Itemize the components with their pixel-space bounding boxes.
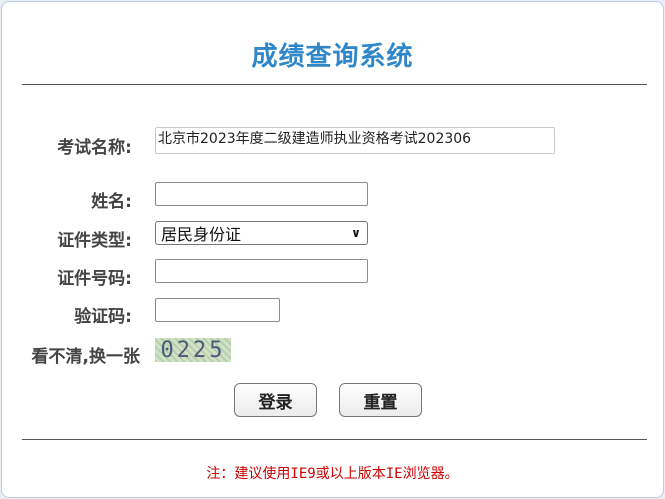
name-label: 姓名:: [91, 192, 132, 212]
reset-button[interactable]: 重置: [339, 383, 422, 417]
top-divider: [22, 84, 647, 85]
id-number-input[interactable]: [155, 259, 368, 283]
id-number-label: 证件号码:: [57, 269, 132, 289]
chevron-down-icon: ∨: [351, 226, 361, 240]
refresh-captcha-link[interactable]: 看不清,换一张: [22, 342, 140, 367]
query-panel: 成绩查询系统 考试名称: 北京市2023年度二级建造师执业资格考试202306 …: [1, 1, 664, 498]
id-type-selected: 居民身份证: [161, 225, 242, 244]
captcha-text: 0225: [160, 337, 226, 363]
id-type-label: 证件类型:: [57, 231, 132, 251]
captcha-image[interactable]: 0225: [155, 337, 231, 363]
login-button[interactable]: 登录: [234, 383, 317, 417]
browser-note: 注：建议使用IE9或以上版本IE浏览器。: [206, 466, 459, 482]
captcha-label: 验证码:: [74, 307, 132, 327]
page-title: 成绩查询系统: [251, 42, 414, 72]
exam-name-label: 考试名称:: [57, 138, 132, 158]
bottom-divider: [22, 439, 647, 440]
captcha-input[interactable]: [155, 298, 280, 322]
id-type-select[interactable]: 居民身份证 ∨: [155, 221, 368, 245]
name-input[interactable]: [155, 182, 368, 206]
exam-name-field: 北京市2023年度二级建造师执业资格考试202306: [155, 127, 555, 154]
